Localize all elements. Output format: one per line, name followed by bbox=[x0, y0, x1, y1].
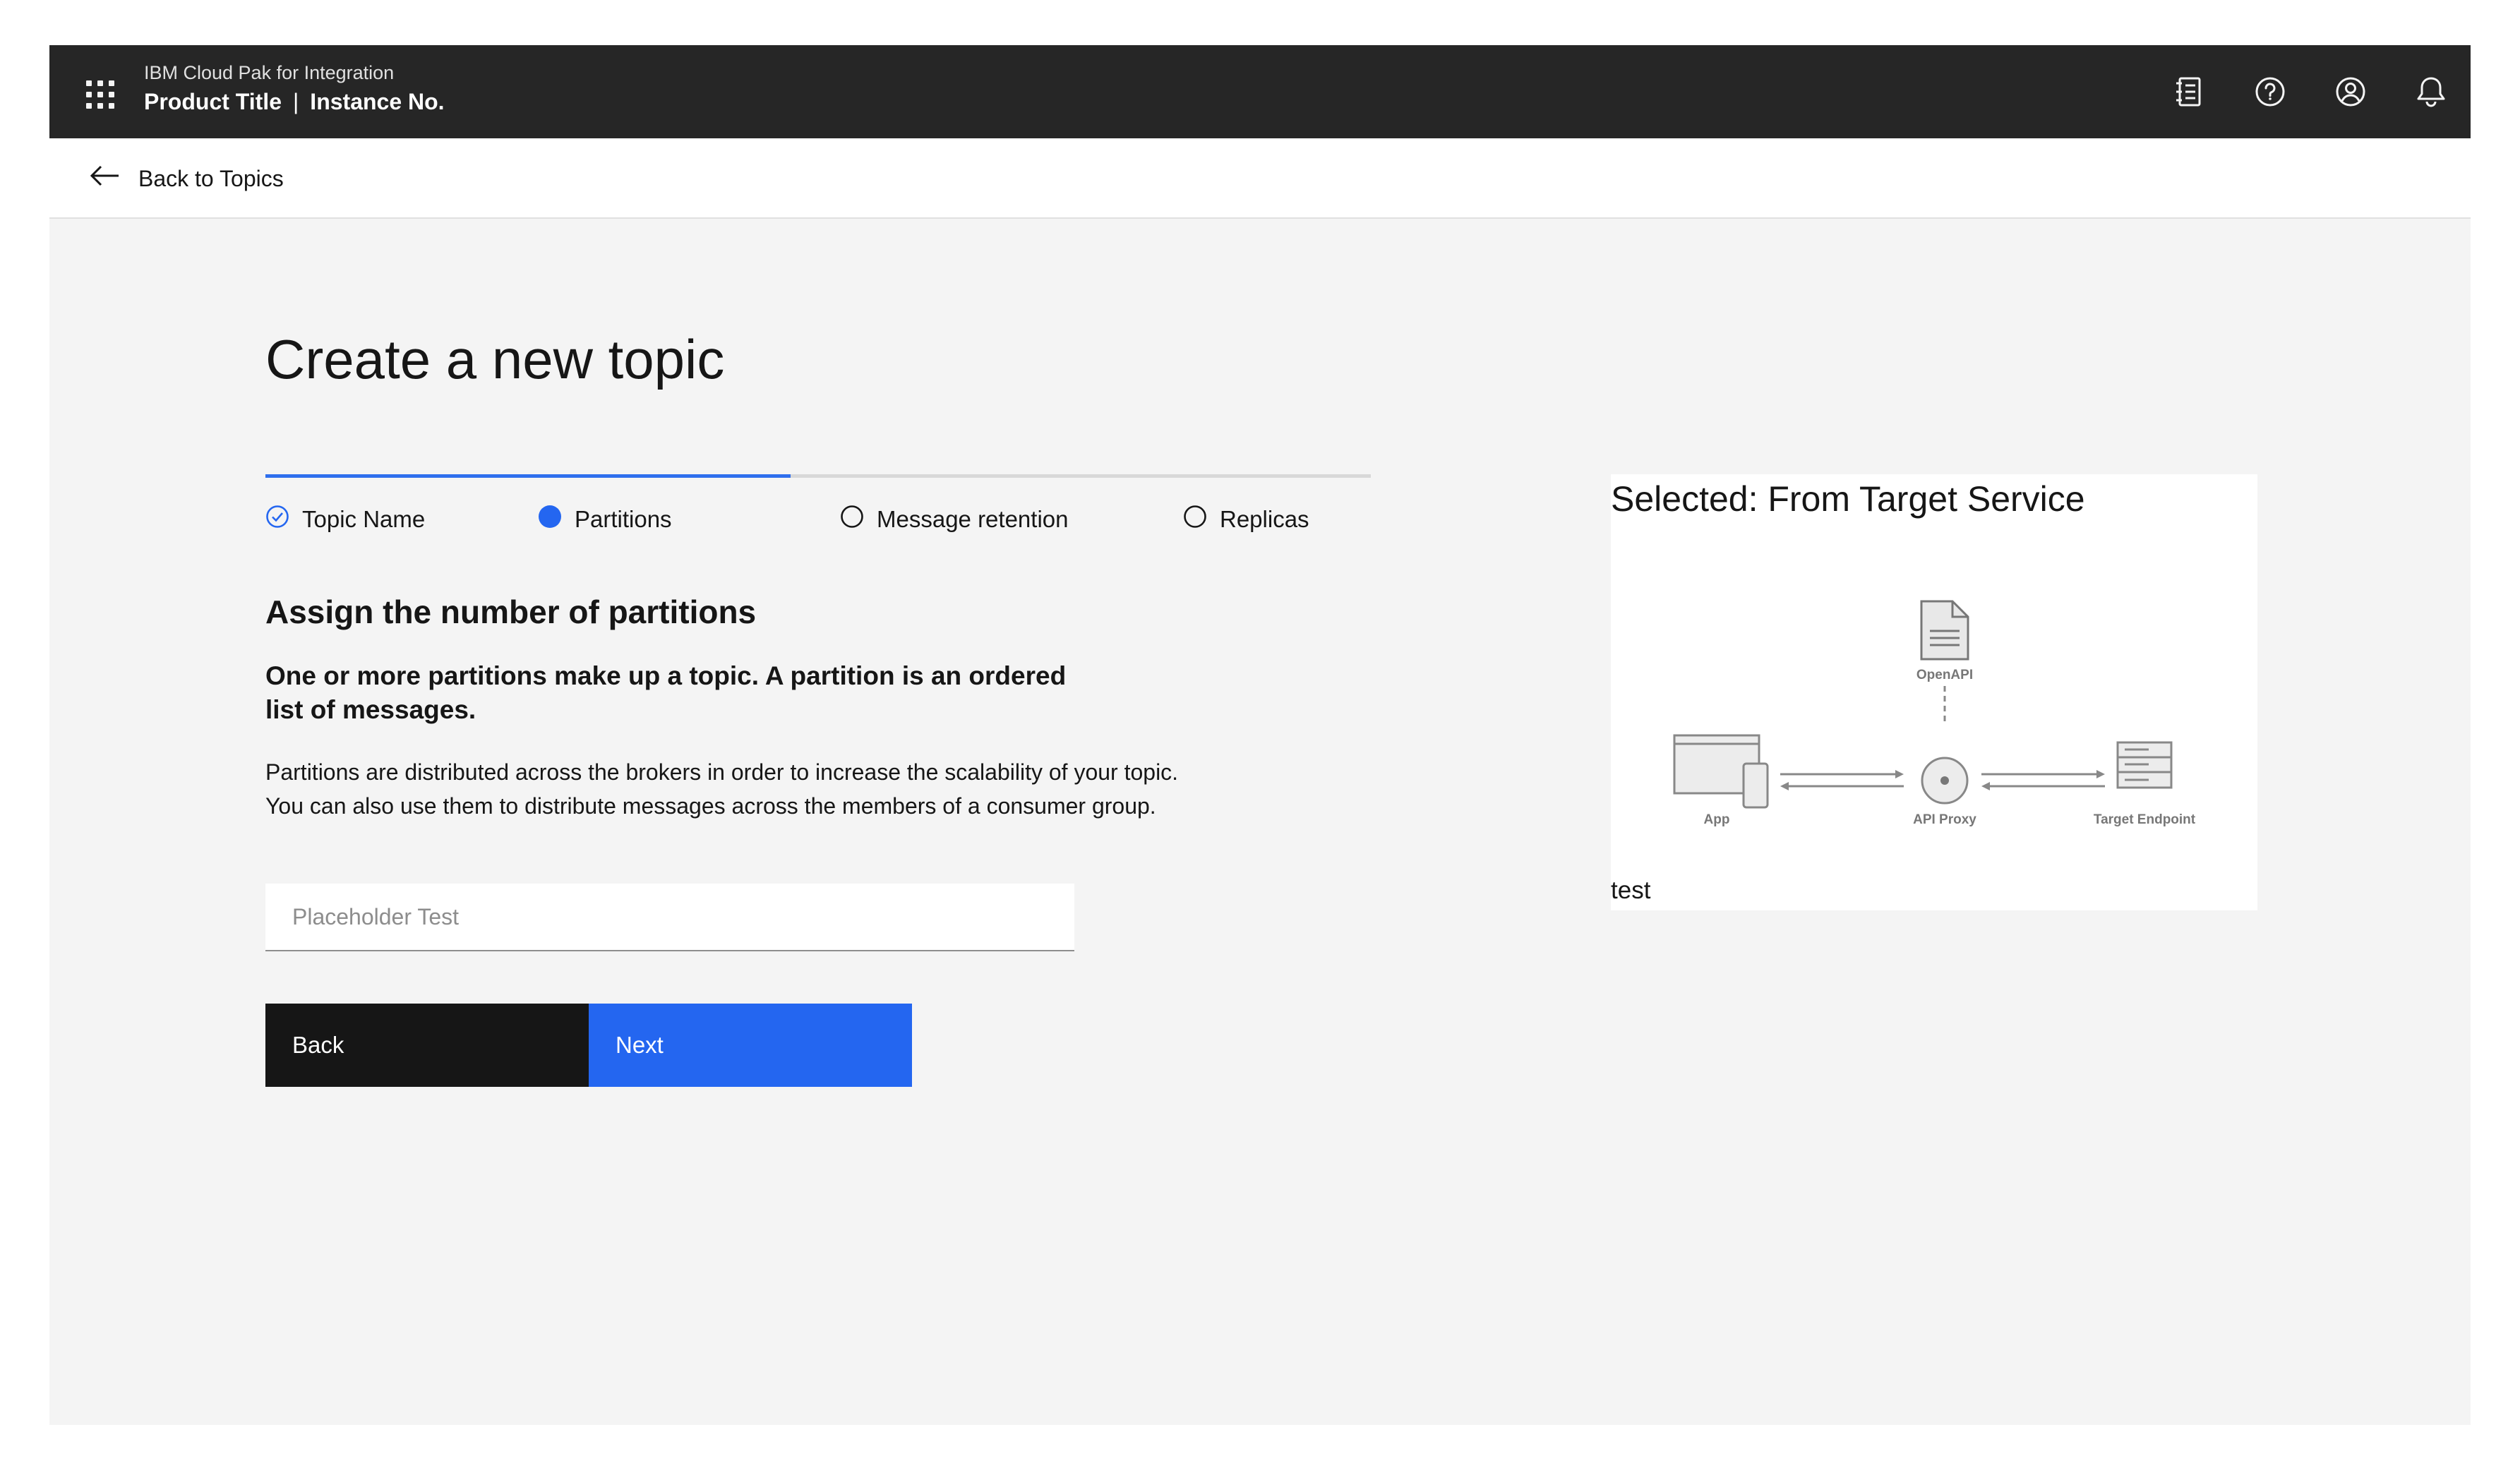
back-to-topics-label: Back to Topics bbox=[138, 165, 284, 191]
step-replicas[interactable]: Replicas bbox=[1183, 504, 1309, 535]
section-heading: Assign the number of partitions bbox=[265, 594, 757, 630]
lead-text: One or more partitions make up a topic. … bbox=[265, 661, 1067, 724]
app-frame: IBM Cloud Pak for Integration Product Ti… bbox=[49, 45, 2471, 1425]
card-caption: test bbox=[1611, 877, 1651, 904]
back-button[interactable]: Back bbox=[265, 1004, 589, 1087]
checkmark-outline-icon bbox=[265, 505, 289, 534]
step-label: Topic Name bbox=[302, 506, 426, 532]
back-to-topics-link[interactable]: Back to Topics bbox=[89, 161, 284, 196]
description-text: Partitions are distributed across the br… bbox=[265, 759, 1179, 819]
card-title: Selected: From Target Service bbox=[1611, 479, 2085, 519]
step-partitions[interactable]: Partitions bbox=[538, 504, 672, 535]
openapi-label: OpenAPI bbox=[1916, 668, 1973, 682]
incomplete-step-icon bbox=[1183, 505, 1207, 534]
product-name: Product Title | Instance No. bbox=[144, 89, 445, 115]
app-switcher-icon[interactable] bbox=[80, 72, 120, 112]
app-label: App bbox=[1704, 812, 1730, 827]
page-title: Create a new topic bbox=[265, 328, 725, 390]
step-label: Replicas bbox=[1220, 506, 1309, 532]
incomplete-step-icon bbox=[840, 505, 864, 534]
document-icon bbox=[1920, 600, 1969, 661]
app-icon bbox=[1673, 734, 1769, 809]
product-title: Product Title bbox=[144, 89, 282, 114]
api-proxy-diagram: OpenAPI App API Proxy Target Endpoint bbox=[1673, 600, 2196, 827]
global-header: IBM Cloud Pak for Integration Product Ti… bbox=[49, 45, 2471, 138]
user-icon[interactable] bbox=[2331, 72, 2370, 112]
selection-card: Selected: From Target Service OpenAPI Ap… bbox=[1611, 474, 2257, 910]
help-icon[interactable] bbox=[2250, 72, 2290, 112]
api-proxy-icon bbox=[1921, 757, 1969, 805]
next-button[interactable]: Next bbox=[589, 1004, 912, 1087]
sub-navigation: Back to Topics bbox=[49, 138, 2471, 219]
step-label: Partitions bbox=[575, 506, 672, 532]
step-label: Message retention bbox=[877, 506, 1069, 532]
step-message-retention[interactable]: Message retention bbox=[840, 504, 1069, 535]
arrow-left-icon bbox=[89, 164, 120, 193]
server-icon bbox=[2116, 741, 2173, 789]
instance-name: Instance No. bbox=[310, 89, 445, 114]
target-endpoint-label: Target Endpoint bbox=[2094, 812, 2196, 827]
progress-fill bbox=[265, 474, 791, 478]
step-topic-name[interactable]: Topic Name bbox=[265, 504, 425, 535]
progress-track bbox=[265, 474, 1371, 478]
notebook-icon[interactable] bbox=[2170, 72, 2209, 112]
current-step-icon bbox=[538, 505, 562, 534]
notification-icon[interactable] bbox=[2411, 72, 2451, 112]
partitions-input[interactable] bbox=[265, 884, 1074, 951]
title-separator: | bbox=[292, 89, 299, 114]
product-family: IBM Cloud Pak for Integration bbox=[144, 62, 395, 83]
api-proxy-label: API Proxy bbox=[1913, 812, 1976, 827]
